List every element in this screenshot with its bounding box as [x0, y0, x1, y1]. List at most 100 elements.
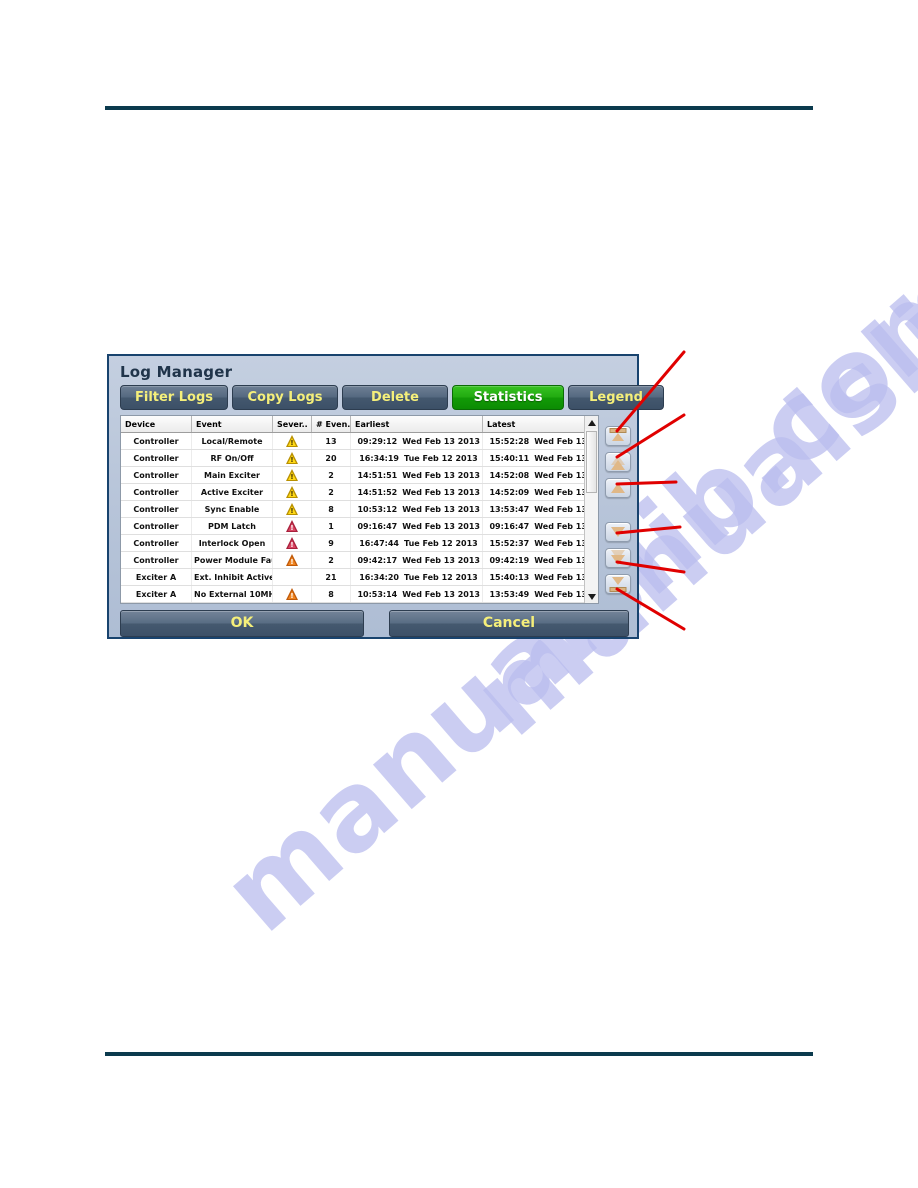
cell-earliest: 09:42:17 Wed Feb 13 2013 — [350, 551, 483, 569]
page-up-button[interactable] — [605, 452, 632, 472]
scrollbar-up-button[interactable] — [585, 416, 599, 429]
table-row[interactable]: Exciter A No External 10MHz! 8 10:53:14 Wed … — [121, 585, 599, 603]
column-header-latest[interactable]: Latest — [482, 416, 599, 433]
cell-event-count: 8 — [311, 500, 351, 518]
latest-time: 09:16:47 — [489, 521, 530, 531]
severity-warning-yellow-icon: ! — [285, 435, 299, 447]
page-header-rule — [105, 106, 813, 110]
table-row[interactable]: Exciter A Ext. Inhibit Active 21 16:34:20 Tu… — [121, 568, 599, 586]
arrow-up-to-bar-icon — [612, 433, 625, 441]
cell-earliest: 10:53:12 Wed Feb 13 2013 — [350, 500, 483, 518]
cell-event: Ext. Inhibit Active — [191, 568, 273, 586]
earliest-time: 09:29:12 — [357, 436, 398, 446]
earliest-date: Wed Feb 13 2013 — [402, 589, 480, 599]
table-header-row: Device Event Sever.. # Even.. Earliest L… — [121, 416, 599, 433]
cell-event: Power Module Fault — [191, 551, 273, 569]
earliest-time: 16:47:44 — [359, 538, 399, 548]
table-row[interactable]: Controller PDM Latch! 1 09:16:47 Wed Feb 13 … — [121, 517, 599, 535]
latest-time: 09:42:19 — [489, 555, 530, 565]
cell-event: No External 10MHz — [191, 585, 273, 603]
column-header-event[interactable]: Event — [191, 416, 273, 433]
cell-latest: 14:52:09Wed Feb 13 2013 — [482, 483, 599, 501]
arrow-down-icon — [611, 527, 626, 537]
earliest-time: 10:53:14 — [357, 589, 398, 599]
cell-event-count: 8 — [311, 585, 351, 603]
severity-fault-orange-icon: ! — [285, 554, 299, 566]
cell-event-count: 21 — [311, 568, 351, 586]
earliest-time: 16:34:20 — [359, 572, 399, 582]
table-row[interactable]: Controller Local/Remote! 13 09:29:12 Wed Feb… — [121, 432, 599, 450]
cell-device: Controller — [121, 517, 192, 535]
cancel-button[interactable]: Cancel — [388, 610, 629, 637]
bottom-of-list-button[interactable] — [605, 574, 632, 594]
table-row[interactable]: Controller Active Exciter! 2 14:51:52 Wed Fe… — [121, 483, 599, 501]
page-down-button[interactable] — [605, 548, 632, 568]
scrollbar-down-button[interactable] — [585, 590, 599, 603]
log-table-container: Device Event Sever.. # Even.. Earliest L… — [120, 415, 600, 604]
latest-time: 15:52:37 — [489, 538, 530, 548]
table-row[interactable]: ControllerPower Module Fault! 2 09:42:17 We… — [121, 551, 599, 569]
double-arrow-up-icon — [611, 460, 626, 470]
table-row[interactable]: Controller Sync Enable! 8 10:53:12 Wed Feb 1… — [121, 500, 599, 518]
cell-severity: ! — [272, 517, 312, 535]
cell-device: Exciter A — [121, 585, 192, 603]
cell-latest: 09:16:47Wed Feb 13 2013 — [482, 517, 599, 535]
legend-button[interactable]: Legend — [568, 385, 664, 410]
cell-earliest: 09:29:12 Wed Feb 13 2013 — [350, 432, 483, 450]
table-vertical-scrollbar[interactable] — [584, 416, 599, 603]
scrollbar-thumb[interactable] — [586, 431, 598, 493]
earliest-time: 16:34:19 — [359, 453, 399, 463]
earliest-date: Wed Feb 13 2013 — [402, 504, 480, 514]
column-header-count[interactable]: # Even.. — [311, 416, 351, 433]
earliest-date: Wed Feb 13 2013 — [402, 521, 480, 531]
column-header-earliest[interactable]: Earliest — [350, 416, 483, 433]
cell-device: Controller — [121, 534, 192, 552]
severity-warning-yellow-icon: ! — [285, 452, 299, 464]
cell-latest: 15:52:28Wed Feb 13 2013 — [482, 432, 599, 450]
column-header-device[interactable]: Device — [121, 416, 192, 433]
ok-button[interactable]: OK — [120, 610, 364, 637]
cell-earliest: 16:34:19 Tue Feb 12 2013 — [350, 449, 483, 467]
cell-earliest: 09:16:47 Wed Feb 13 2013 — [350, 517, 483, 535]
cell-event: Main Exciter — [191, 466, 273, 484]
dialog-footer: OK Cancel — [109, 604, 637, 637]
table-row[interactable]: Controller Main Exciter! 2 14:51:51 Wed Feb … — [121, 466, 599, 484]
earliest-time: 14:51:52 — [357, 487, 398, 497]
top-of-list-button[interactable] — [605, 426, 632, 446]
earliest-time: 10:53:12 — [357, 504, 398, 514]
filter-logs-button[interactable]: Filter Logs — [120, 385, 228, 410]
cell-severity: ! — [272, 585, 312, 603]
cell-severity: ! — [272, 551, 312, 569]
cell-event-count: 2 — [311, 483, 351, 501]
latest-time: 15:40:13 — [489, 572, 530, 582]
copy-logs-button[interactable]: Copy Logs — [232, 385, 338, 410]
cell-device: Controller — [121, 449, 192, 467]
column-header-severity[interactable]: Sever.. — [272, 416, 312, 433]
cell-event-count: 1 — [311, 517, 351, 535]
page-footer-rule — [105, 1052, 813, 1056]
arrow-up-icon — [611, 483, 626, 493]
cell-severity — [272, 568, 312, 586]
latest-time: 15:40:11 — [489, 453, 530, 463]
table-row[interactable]: Controller Interlock Open! 9 16:47:44 Tue Fe… — [121, 534, 599, 552]
earliest-date: Wed Feb 13 2013 — [402, 470, 480, 480]
statistics-button[interactable]: Statistics — [452, 385, 564, 410]
arrow-down-to-bar-icon — [612, 577, 625, 585]
cell-latest: 09:42:19Wed Feb 13 2013 — [482, 551, 599, 569]
earliest-date: Tue Feb 12 2013 — [404, 572, 478, 582]
severity-fault-orange-icon: ! — [285, 588, 299, 600]
scroll-down-button[interactable] — [605, 522, 632, 542]
cell-device: Controller — [121, 483, 192, 501]
cell-event-count: 13 — [311, 432, 351, 450]
scrollbar-track[interactable] — [585, 429, 599, 590]
cell-earliest: 10:53:14 Wed Feb 13 2013 — [350, 585, 483, 603]
scroll-up-button[interactable] — [605, 478, 632, 498]
navigation-button-column — [603, 415, 633, 604]
cell-severity: ! — [272, 500, 312, 518]
cell-event: Active Exciter — [191, 483, 273, 501]
cell-earliest: 14:51:52 Wed Feb 13 2013 — [350, 483, 483, 501]
latest-time: 13:53:49 — [489, 589, 530, 599]
table-row[interactable]: Controller RF On/Off! 20 16:34:19 Tue Feb 12… — [121, 449, 599, 467]
earliest-time: 09:16:47 — [357, 521, 398, 531]
delete-button[interactable]: Delete — [342, 385, 448, 410]
